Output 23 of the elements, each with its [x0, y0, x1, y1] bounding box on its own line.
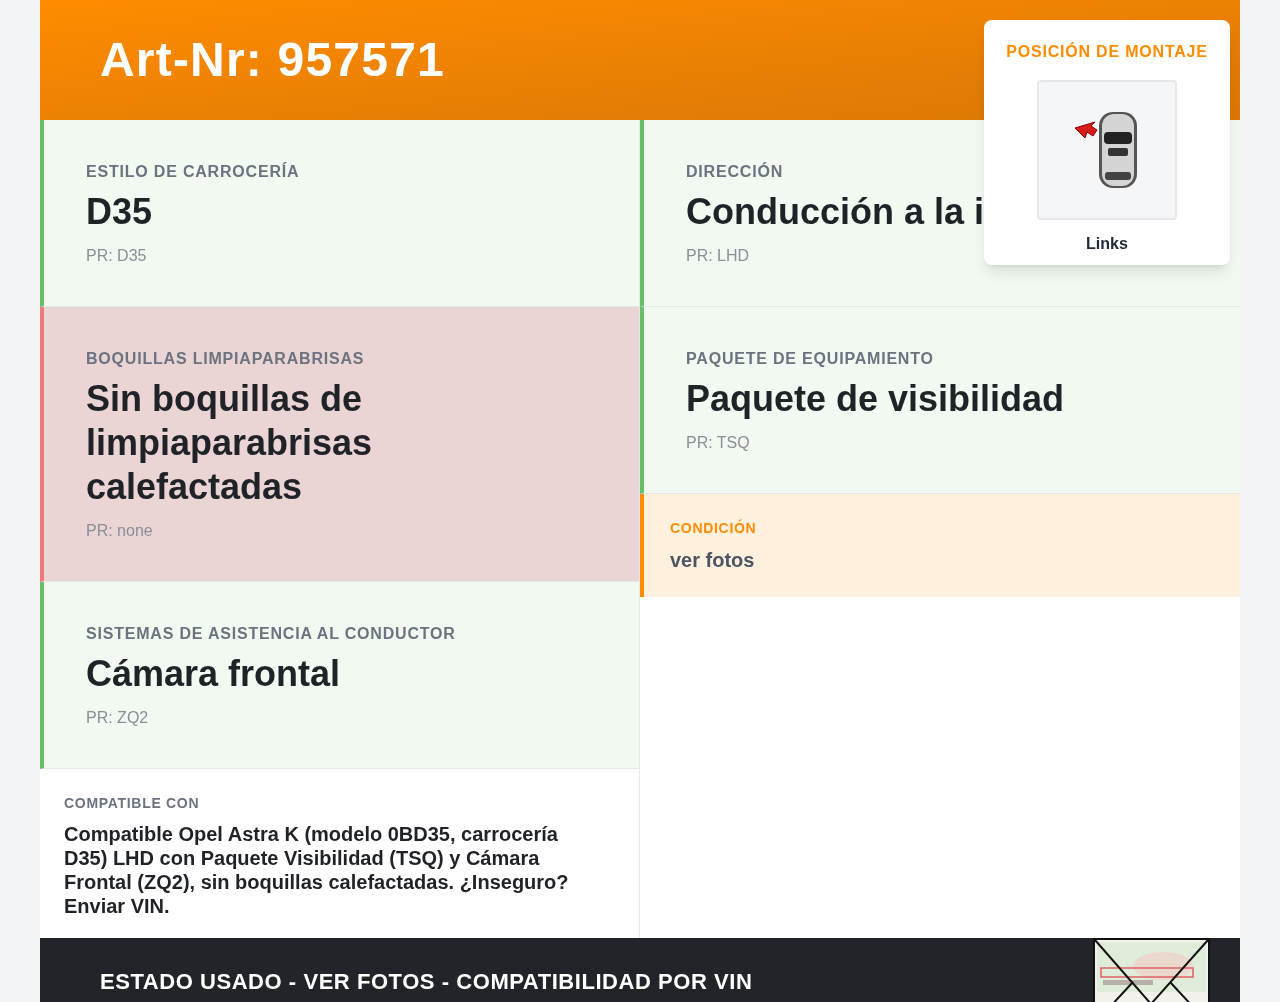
attribute-value: ver fotos: [670, 548, 756, 573]
attribute-value: Sin boquillas de limpiaparabrisas calefactadas: [86, 377, 374, 509]
pr-code: PR: ZQ2: [86, 708, 150, 728]
pr-code: PR: none: [86, 521, 154, 541]
attribute-value: Conducción a la i: [686, 190, 986, 234]
pr-code: PR: D35: [86, 246, 148, 266]
attribute-value: D35: [86, 190, 154, 234]
attribute-value: Paquete de visibilidad: [686, 377, 1066, 421]
mounting-position-title: POSICIÓN DE MONTAJE: [1006, 41, 1208, 62]
attribute-label: SISTEMAS DE ASISTENCIA AL CONDUCTOR: [86, 624, 457, 644]
attribute-value: Cámara frontal: [86, 652, 342, 696]
footer-text: ESTADO USADO - VER FOTOS - COMPATIBILIDAD POR VIN: [100, 968, 753, 996]
compatibility-text: Compatible Opel Astra K (modelo 0BD35, carrocería D35) LHD con Paquete Visibilidad (TSQ) y Cámara Frontal (ZQ2), sin boquillas calefactadas. ¿Inseguro? Enviar VIN.: [64, 822, 570, 918]
attribute-label: BOQUILLAS LIMPIAPARABRISAS: [86, 349, 366, 369]
attribute-label: ESTILO DE CARROCERÍA: [86, 161, 301, 182]
pr-code: PR: LHD: [686, 246, 751, 266]
pr-code: PR: TSQ: [686, 433, 751, 453]
article-number: Art-Nr: 957571: [100, 32, 445, 88]
attribute-label: PAQUETE DE EQUIPAMIENTO: [686, 349, 935, 369]
attribute-label: DIRECCIÓN: [686, 161, 784, 182]
attribute-label: CONDICIÓN: [670, 518, 758, 538]
compatibility-label: COMPATIBLE CON: [64, 794, 201, 813]
mounting-side-label: Links: [1086, 234, 1128, 254]
